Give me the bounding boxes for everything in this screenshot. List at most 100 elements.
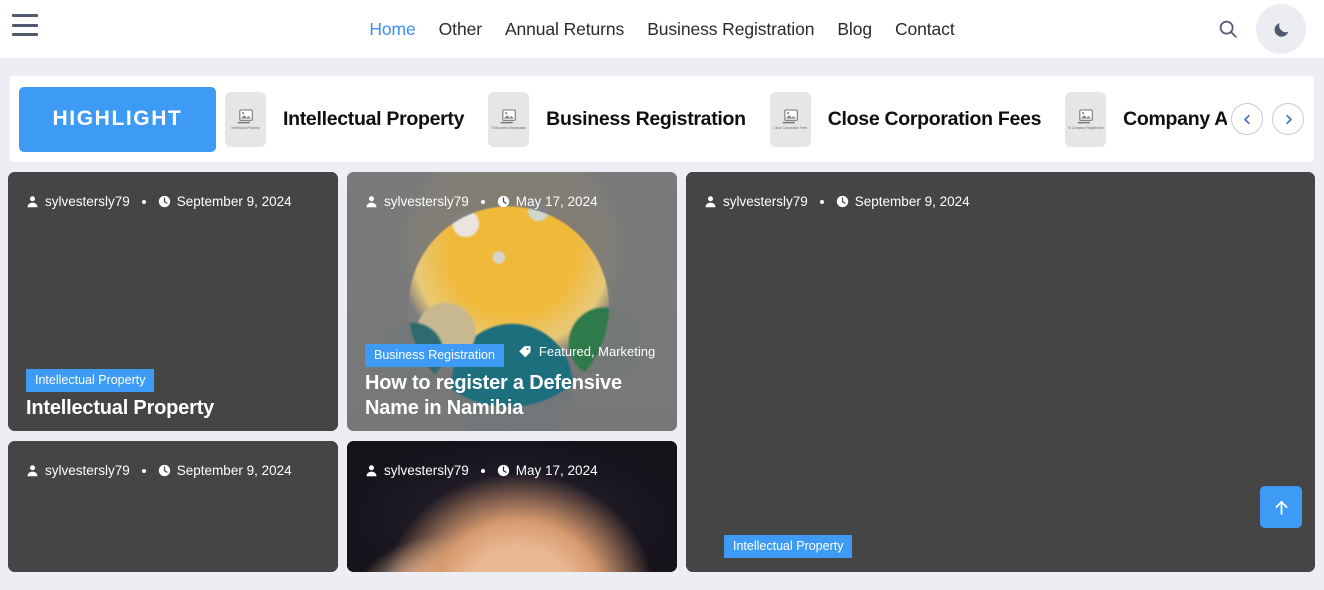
highlight-items-list: Intellectual Property Intellectual Prope… — [225, 91, 1227, 147]
highlight-badge[interactable]: HIGHLIGHT — [19, 86, 216, 152]
clock-icon — [158, 195, 170, 208]
highlight-bar: HIGHLIGHT Intellectual Property Intellec… — [10, 76, 1314, 162]
nav-item-business-registration[interactable]: Business Registration — [647, 19, 814, 40]
post-category-row: Intellectual Property — [26, 368, 320, 392]
hamburger-bar — [12, 14, 38, 17]
post-date-text: May 17, 2024 — [515, 194, 598, 209]
user-icon — [366, 465, 377, 477]
broken-image-icon: To Company Registration — [1065, 91, 1107, 147]
clock-icon — [497, 195, 509, 208]
meta-separator-dot — [480, 468, 485, 473]
user-icon — [366, 196, 377, 208]
user-icon — [27, 196, 38, 208]
broken-image-icon: To Business Registration — [488, 91, 530, 147]
highlight-item[interactable]: To Business Registration Business Regist… — [488, 91, 746, 147]
broken-image-icon: Intellectual Property — [225, 91, 266, 147]
post-card[interactable]: sylvestersly79 May 17, 2024 Business Reg… — [347, 172, 677, 431]
moon-icon — [1274, 22, 1288, 37]
nav-item-blog[interactable]: Blog — [837, 19, 872, 40]
nav-item-annual-returns[interactable]: Annual Returns — [505, 19, 624, 40]
post-author-name: sylvestersly79 — [384, 463, 469, 478]
search-icon[interactable] — [1214, 15, 1242, 43]
post-card[interactable]: sylvestersly79 September 9, 2024 — [8, 441, 338, 572]
post-column-middle: sylvestersly79 May 17, 2024 Business Reg… — [347, 172, 677, 572]
meta-separator-dot — [819, 199, 824, 204]
scroll-to-top-button[interactable] — [1260, 486, 1302, 528]
theme-toggle-button[interactable] — [1256, 4, 1306, 54]
nav-item-home[interactable]: Home — [369, 19, 415, 40]
post-footer: Business Registration Featured, Marketin… — [365, 343, 659, 422]
post-date-text: September 9, 2024 — [854, 194, 970, 209]
hamburger-bar — [12, 23, 38, 27]
broken-image-alt-text: Close Corporation Fees — [773, 125, 808, 130]
post-thumbnail-placeholder — [8, 441, 338, 572]
highlight-item[interactable]: Close Corporation Fees Close Corporation… — [769, 91, 1041, 147]
broken-image-alt-text: To Company Registration — [1067, 125, 1104, 130]
carousel-prev-button[interactable] — [1231, 103, 1263, 135]
chevron-right-icon — [1285, 114, 1292, 124]
site-header: Home Other Annual Returns Business Regis… — [0, 0, 1324, 58]
post-column-left: sylvestersly79 September 9, 2024 Intelle… — [8, 172, 338, 572]
post-date: May 17, 2024 — [497, 463, 598, 478]
post-date: September 9, 2024 — [158, 463, 292, 478]
broken-image-alt-text: To Business Registration — [491, 125, 527, 130]
post-grid: sylvestersly79 September 9, 2024 Intelle… — [8, 172, 1316, 572]
post-meta: sylvestersly79 May 17, 2024 — [365, 463, 598, 478]
post-card[interactable]: sylvestersly79 May 17, 2024 — [347, 441, 677, 572]
post-title[interactable]: How to register a Defensive Name in Nami… — [365, 371, 659, 421]
post-column-right: sylvestersly79 September 9, 2024 Intelle… — [686, 172, 1315, 572]
post-author: sylvestersly79 — [365, 463, 469, 478]
post-date-text: September 9, 2024 — [176, 194, 292, 209]
user-icon — [705, 196, 716, 208]
post-author: sylvestersly79 — [26, 194, 130, 209]
post-author-name: sylvestersly79 — [45, 463, 130, 478]
post-thumbnail-placeholder — [686, 172, 1315, 572]
post-category-badge[interactable]: Intellectual Property — [26, 368, 155, 392]
post-card[interactable]: sylvestersly79 September 9, 2024 Intelle… — [8, 172, 338, 431]
post-title[interactable]: Intellectual Property — [26, 396, 320, 421]
post-date: May 17, 2024 — [497, 194, 598, 209]
meta-separator-dot — [480, 199, 485, 204]
meta-separator-dot — [141, 199, 146, 204]
post-category-row: Business Registration Featured, Marketin… — [365, 343, 659, 367]
post-card[interactable]: sylvestersly79 September 9, 2024 Intelle… — [686, 172, 1315, 572]
broken-image-icon: Close Corporation Fees — [769, 91, 811, 147]
hamburger-bar — [12, 33, 38, 36]
post-category-row: Intellectual Property — [724, 534, 853, 558]
post-date-text: May 17, 2024 — [515, 463, 598, 478]
clock-icon — [836, 195, 848, 208]
post-date: September 9, 2024 — [158, 194, 292, 209]
post-tags[interactable]: Featured, Marketing — [518, 344, 655, 359]
arrow-up-icon — [1274, 500, 1288, 515]
highlight-carousel-controls — [1231, 103, 1304, 135]
header-tools — [1214, 0, 1306, 58]
post-author: sylvestersly79 — [365, 194, 469, 209]
highlight-item-title: Business Registration — [546, 107, 746, 130]
hamburger-menu-icon[interactable] — [12, 14, 38, 36]
post-meta: sylvestersly79 September 9, 2024 — [704, 194, 970, 209]
post-date-text: September 9, 2024 — [176, 463, 292, 478]
chevron-left-icon — [1243, 114, 1250, 124]
clock-icon — [158, 464, 170, 477]
post-tags-text: Featured, Marketing — [538, 344, 656, 359]
post-footer: Intellectual Property Intellectual Prope… — [26, 368, 320, 422]
nav-item-contact[interactable]: Contact — [895, 19, 955, 40]
highlight-item[interactable]: Intellectual Property Intellectual Prope… — [225, 91, 465, 147]
post-category-badge[interactable]: Business Registration — [365, 343, 504, 367]
user-icon — [27, 465, 38, 477]
clock-icon — [497, 464, 509, 477]
carousel-next-button[interactable] — [1272, 103, 1304, 135]
tag-icon — [519, 345, 531, 357]
highlight-item-title: Intellectual Property — [283, 107, 465, 130]
highlight-item-title: Company App — [1123, 107, 1227, 130]
post-thumbnail-camera — [347, 441, 677, 572]
post-author-name: sylvestersly79 — [45, 194, 130, 209]
post-meta: sylvestersly79 September 9, 2024 — [26, 463, 292, 478]
nav-item-other[interactable]: Other — [439, 19, 482, 40]
post-date: September 9, 2024 — [836, 194, 970, 209]
post-category-badge[interactable]: Intellectual Property — [724, 534, 853, 558]
main-navigation: Home Other Annual Returns Business Regis… — [0, 0, 1324, 58]
post-author-name: sylvestersly79 — [723, 194, 808, 209]
post-author: sylvestersly79 — [704, 194, 808, 209]
highlight-item[interactable]: To Company Registration Company App — [1065, 91, 1227, 147]
